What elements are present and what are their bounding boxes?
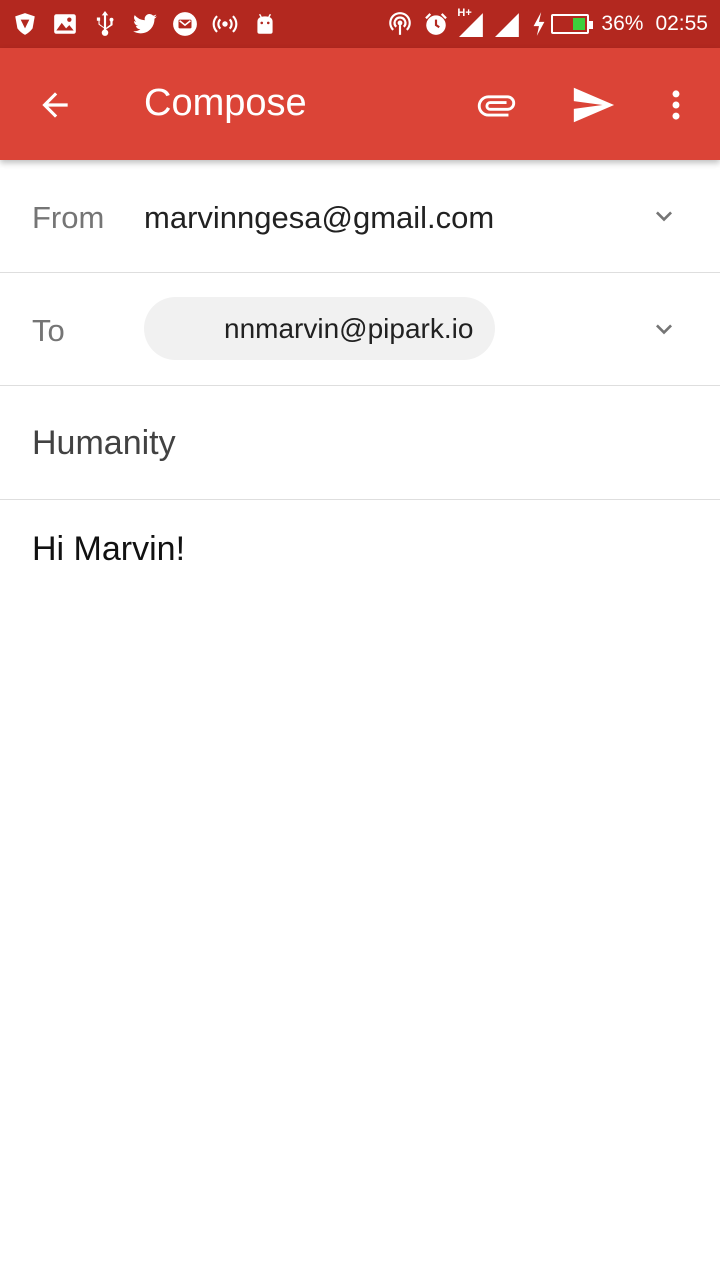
battery-percent: 36% xyxy=(601,12,644,35)
to-row[interactable]: To nnmarvin@pipark.io xyxy=(0,273,720,386)
app-bar: Compose xyxy=(0,48,720,160)
back-arrow-icon xyxy=(42,92,68,118)
attach-button[interactable] xyxy=(470,80,522,130)
status-left-icons xyxy=(12,0,292,48)
back-button[interactable] xyxy=(30,80,80,130)
send-button[interactable] xyxy=(566,80,620,130)
battery-icon xyxy=(551,14,594,34)
battery-level xyxy=(573,18,586,30)
from-account-selector[interactable]: marvinngesa@gmail.com xyxy=(144,200,494,236)
mail-icon xyxy=(172,11,198,37)
page-title: Compose xyxy=(144,82,307,124)
chevron-down-icon xyxy=(656,324,672,335)
signal-h-icon: H+ xyxy=(457,7,485,37)
android-icon xyxy=(252,11,278,37)
clock: 02:55 xyxy=(655,12,708,35)
twitter-icon xyxy=(132,11,158,37)
image-icon xyxy=(52,11,78,37)
broadcast-icon xyxy=(212,11,238,37)
from-expand-button[interactable] xyxy=(648,200,680,232)
hotspot-icon xyxy=(387,11,413,37)
subject-row[interactable]: Humanity xyxy=(0,386,720,500)
recipient-chip[interactable]: nnmarvin@pipark.io xyxy=(144,297,495,360)
send-icon xyxy=(573,87,615,123)
more-vert-icon xyxy=(672,90,680,120)
to-label: To xyxy=(32,313,65,348)
from-row[interactable]: From marvinngesa@gmail.com xyxy=(0,160,720,273)
charging-icon xyxy=(531,11,547,37)
usb-icon xyxy=(92,11,118,37)
status-right-icons: H+ 36% 02:55 xyxy=(377,0,708,48)
to-expand-button[interactable] xyxy=(648,313,680,345)
more-options-button[interactable] xyxy=(656,80,696,130)
chevron-down-icon xyxy=(656,211,672,222)
recipient-chip-label: nnmarvin@pipark.io xyxy=(224,313,474,344)
from-label: From xyxy=(32,200,105,235)
shield-v-icon xyxy=(12,11,38,37)
signal-icon xyxy=(495,11,521,37)
alarm-icon xyxy=(423,11,449,37)
status-bar: H+ 36% 02:55 xyxy=(0,0,720,48)
network-type-label: H+ xyxy=(457,7,472,19)
body-field[interactable]: Hi Marvin! xyxy=(32,530,185,569)
attach-icon xyxy=(477,95,516,117)
subject-field[interactable]: Humanity xyxy=(32,424,176,463)
